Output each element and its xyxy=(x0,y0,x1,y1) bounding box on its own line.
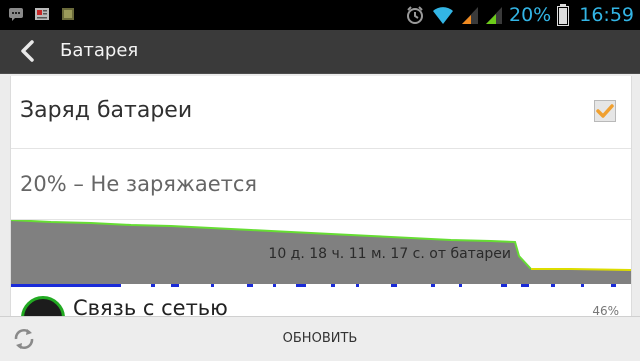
network-icon xyxy=(21,296,65,316)
usage-item[interactable]: Связь с сетью 46% xyxy=(11,288,631,316)
battery-card: Заряд батареи 20% – Не заряжается 10 д. … xyxy=(10,76,632,316)
clock-time: 16:59 xyxy=(579,4,634,26)
battery-status-row: 20% – Не заряжается xyxy=(11,149,631,220)
battery-charge-checkbox[interactable] xyxy=(594,100,616,122)
bottom-bar: ОБНОВИТЬ xyxy=(0,316,640,361)
graph-label: 10 д. 18 ч. 11 м. 17 с. от батареи xyxy=(268,246,511,262)
battery-icon xyxy=(557,4,570,26)
wifi-icon xyxy=(433,7,453,24)
battery-charge-setting[interactable]: Заряд батареи xyxy=(11,76,631,149)
signal-icon xyxy=(462,7,478,24)
usage-item-percent: 46% xyxy=(592,304,619,316)
back-icon[interactable] xyxy=(14,39,42,63)
graph-charge-line xyxy=(531,268,631,271)
news-icon xyxy=(35,8,49,20)
checkmark-icon xyxy=(596,104,614,118)
usage-item-label: Связь с сетью xyxy=(73,296,228,316)
signal-icon xyxy=(486,7,502,24)
status-bar: 20% 16:59 xyxy=(0,0,640,30)
battery-charge-label: Заряд батареи xyxy=(20,98,193,123)
battery-percent: 20% xyxy=(509,4,552,26)
battery-status-text: 20% – Не заряжается xyxy=(20,172,258,196)
page-title: Батарея xyxy=(60,40,139,61)
action-bar: Батарея xyxy=(0,30,640,74)
alarm-icon xyxy=(407,6,423,24)
message-icon xyxy=(9,8,23,21)
refresh-button[interactable]: ОБНОВИТЬ xyxy=(0,331,640,346)
app-icon xyxy=(62,8,74,20)
